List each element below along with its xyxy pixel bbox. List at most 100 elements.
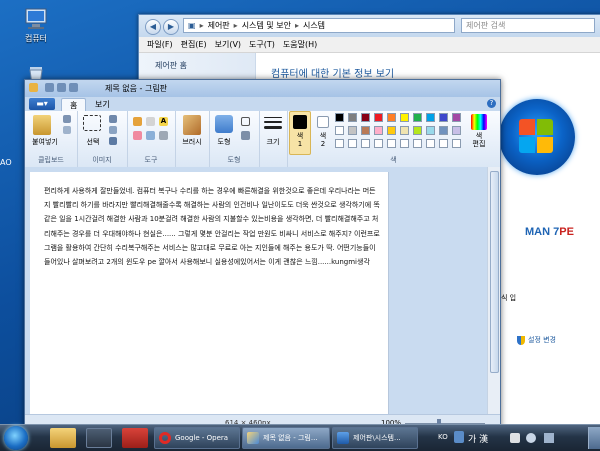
color-picker-icon[interactable] bbox=[146, 131, 155, 140]
brush-icon[interactable] bbox=[183, 115, 201, 135]
menu-tools[interactable]: 도구(T) bbox=[249, 39, 275, 50]
palette-empty-swatch[interactable] bbox=[413, 139, 422, 148]
pencil-icon[interactable] bbox=[133, 117, 142, 126]
text-tool-icon[interactable]: A bbox=[159, 117, 168, 126]
start-button[interactable] bbox=[4, 426, 28, 450]
forward-button[interactable]: ▶ bbox=[163, 19, 179, 35]
palette-swatch[interactable] bbox=[452, 113, 461, 122]
undo-icon[interactable] bbox=[57, 83, 66, 92]
palette-swatch[interactable] bbox=[361, 126, 370, 135]
magnifier-icon[interactable] bbox=[159, 131, 168, 140]
drawing-canvas[interactable]: 편리하게 사용하게 잘만들었네. 컴퓨터 복구나 수리를 하는 경우에 빠른해결… bbox=[30, 172, 389, 414]
fill-shape-icon[interactable] bbox=[241, 131, 250, 140]
palette-swatch[interactable] bbox=[439, 126, 448, 135]
volume-icon[interactable] bbox=[526, 433, 536, 443]
save-icon[interactable] bbox=[45, 83, 54, 92]
desktop-icon-computer[interactable]: 컴퓨터 bbox=[6, 8, 66, 44]
palette-swatch[interactable] bbox=[452, 126, 461, 135]
palette-empty-swatch[interactable] bbox=[400, 139, 409, 148]
eraser-icon[interactable] bbox=[133, 131, 142, 140]
window-title: 제목 없음 - 그림판 bbox=[105, 84, 168, 93]
palette-swatch[interactable] bbox=[348, 113, 357, 122]
paste-button[interactable]: 붙여넣기 bbox=[27, 137, 63, 147]
color2-swatch[interactable] bbox=[317, 116, 329, 128]
palette-empty-swatch[interactable] bbox=[387, 139, 396, 148]
breadcrumb-item[interactable]: 제어판 bbox=[208, 20, 230, 31]
color2-label[interactable]: 색 2 bbox=[313, 132, 333, 148]
palette-swatch[interactable] bbox=[400, 113, 409, 122]
language-indicator[interactable]: KO bbox=[438, 433, 448, 441]
rotate-icon[interactable] bbox=[109, 137, 117, 145]
vertical-scrollbar[interactable] bbox=[487, 167, 500, 414]
help-icon[interactable]: ? bbox=[487, 99, 496, 108]
menu-file[interactable]: 파일(F) bbox=[147, 39, 173, 50]
crop-icon[interactable] bbox=[109, 115, 117, 123]
menu-edit[interactable]: 편집(E) bbox=[181, 39, 207, 50]
shapes-button[interactable]: 도형 bbox=[209, 137, 239, 147]
palette-empty-swatch[interactable] bbox=[452, 139, 461, 148]
palette-swatch[interactable] bbox=[426, 113, 435, 122]
size-line-3 bbox=[264, 126, 282, 129]
size-group[interactable]: 크기 bbox=[259, 111, 288, 167]
edit-colors-button[interactable]: 색 편집 bbox=[467, 132, 491, 148]
palette-swatch[interactable] bbox=[439, 113, 448, 122]
copy-icon[interactable] bbox=[63, 126, 71, 134]
palette-swatch[interactable] bbox=[387, 126, 396, 135]
palette-empty-swatch[interactable] bbox=[426, 139, 435, 148]
menu-help[interactable]: 도움말(H) bbox=[283, 39, 317, 50]
scrollbar-thumb[interactable] bbox=[490, 171, 499, 373]
tab-view[interactable]: 보기 bbox=[87, 98, 118, 111]
show-desktop-button[interactable] bbox=[588, 427, 600, 449]
paint-menu-button[interactable]: ▬▾ bbox=[29, 98, 55, 110]
paste-icon[interactable] bbox=[33, 115, 51, 135]
palette-swatch[interactable] bbox=[374, 126, 383, 135]
canvas-area: 편리하게 사용하게 잘만들었네. 컴퓨터 복구나 수리를 하는 경우에 빠른해결… bbox=[25, 167, 500, 414]
ime-icon[interactable] bbox=[454, 431, 464, 443]
search-input[interactable]: 제어판 검색 bbox=[461, 18, 595, 33]
palette-swatch[interactable] bbox=[335, 126, 344, 135]
control-panel-home-link[interactable]: 제어판 홈 bbox=[155, 60, 187, 71]
breadcrumb-item[interactable]: 시스템 및 보안 bbox=[242, 20, 291, 31]
select-button[interactable]: 선택 bbox=[79, 137, 107, 147]
select-icon[interactable] bbox=[83, 115, 101, 131]
resize-icon[interactable] bbox=[109, 126, 117, 134]
palette-swatch[interactable] bbox=[335, 113, 344, 122]
fill-icon[interactable] bbox=[146, 117, 155, 126]
pinned-app-icon[interactable] bbox=[122, 428, 148, 448]
cut-icon[interactable] bbox=[63, 115, 71, 123]
ime-mode[interactable]: 가 漢 bbox=[468, 432, 488, 445]
paint-title-bar[interactable]: 제목 없음 - 그림판 bbox=[25, 80, 500, 97]
palette-swatch[interactable] bbox=[387, 113, 396, 122]
palette-empty-swatch[interactable] bbox=[361, 139, 370, 148]
tray-app-icon[interactable] bbox=[544, 433, 554, 443]
back-button[interactable]: ◀ bbox=[145, 19, 161, 35]
palette-swatch[interactable] bbox=[374, 113, 383, 122]
taskbar-button-opera[interactable]: Google - Opera bbox=[154, 427, 240, 449]
taskbar-button-paint[interactable]: 제목 없음 - 그림... bbox=[242, 427, 330, 449]
shapes-icon[interactable] bbox=[215, 115, 233, 133]
redo-icon[interactable] bbox=[69, 83, 78, 92]
palette-swatch[interactable] bbox=[426, 126, 435, 135]
network-icon[interactable] bbox=[510, 433, 520, 443]
change-settings-link[interactable]: 설정 변경 bbox=[517, 335, 556, 345]
taskbar-button-control-panel[interactable]: 제어판\시스템... bbox=[332, 427, 418, 449]
brushes-button[interactable]: 브러시 bbox=[175, 137, 209, 147]
breadcrumb[interactable]: ▣ ▸ 제어판 ▸ 시스템 및 보안 ▸ 시스템 bbox=[183, 18, 455, 33]
palette-swatch[interactable] bbox=[361, 113, 370, 122]
size-button[interactable]: 크기 bbox=[259, 137, 287, 147]
menu-view[interactable]: 보기(V) bbox=[215, 39, 241, 50]
palette-swatch[interactable] bbox=[413, 126, 422, 135]
breadcrumb-item[interactable]: 시스템 bbox=[303, 20, 325, 31]
explorer-icon[interactable] bbox=[50, 428, 76, 448]
palette-empty-swatch[interactable] bbox=[374, 139, 383, 148]
palette-swatch[interactable] bbox=[348, 126, 357, 135]
command-prompt-icon[interactable] bbox=[86, 428, 112, 448]
tab-home[interactable]: 홈 bbox=[61, 98, 87, 112]
palette-swatch[interactable] bbox=[400, 126, 409, 135]
palette-empty-swatch[interactable] bbox=[348, 139, 357, 148]
palette-empty-swatch[interactable] bbox=[439, 139, 448, 148]
outline-icon[interactable] bbox=[241, 117, 250, 126]
palette-swatch[interactable] bbox=[413, 113, 422, 122]
palette-empty-swatch[interactable] bbox=[335, 139, 344, 148]
edit-colors-icon[interactable] bbox=[471, 114, 487, 130]
